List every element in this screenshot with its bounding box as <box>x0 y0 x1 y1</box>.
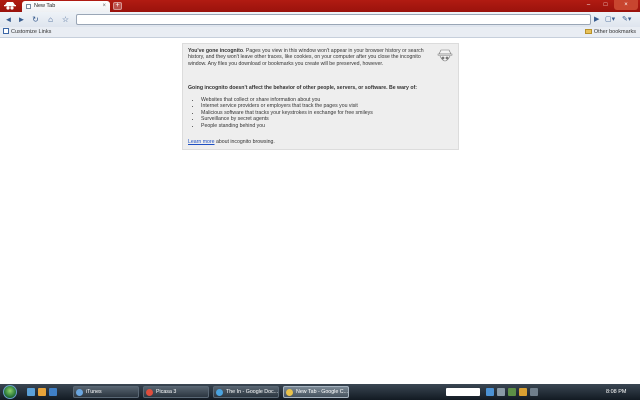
back-button[interactable]: ◄ <box>3 14 14 25</box>
maximize-button[interactable]: □ <box>597 0 614 10</box>
incognito-info-panel: You've gone incognito. Pages you view in… <box>182 43 459 150</box>
wrench-menu-button[interactable]: ✎▾ <box>622 14 636 25</box>
taskbar-clock[interactable]: 8:08 PM <box>606 384 626 400</box>
close-window-button[interactable]: × <box>614 0 638 10</box>
learn-more-link[interactable]: Learn more <box>188 139 215 145</box>
start-button[interactable] <box>3 385 17 399</box>
incognito-heading: You've gone incognito <box>188 48 244 54</box>
incognito-warning-item: People standing behind you <box>201 123 373 129</box>
incognito-warning: Going incognito doesn't affect the behav… <box>188 85 417 91</box>
tray-search-box[interactable] <box>446 388 480 396</box>
ie-quicklaunch-icon[interactable] <box>49 388 57 396</box>
show-desktop-icon[interactable] <box>27 388 35 396</box>
task-label: New Tab - Google C... <box>296 389 349 395</box>
other-bookmarks-label: Other bookmarks <box>593 29 636 35</box>
minimize-button[interactable]: – <box>580 0 597 10</box>
app-icon <box>286 389 293 396</box>
task-label: Picasa 3 <box>156 389 177 395</box>
other-bookmarks-button[interactable]: Other bookmarks <box>584 27 636 38</box>
taskbar-task-button[interactable]: The In - Google Doc... <box>213 386 279 398</box>
incognito-avatar-icon <box>4 2 16 10</box>
customize-links-label: Customize Links <box>11 29 52 35</box>
taskbar-task-button[interactable]: Picasa 3 <box>143 386 209 398</box>
incognito-warning-list: Websites that collect or share informati… <box>197 97 373 129</box>
tray-network-icon[interactable] <box>486 388 494 396</box>
tray-power-icon[interactable] <box>530 388 538 396</box>
home-button[interactable]: ⌂ <box>45 14 56 25</box>
tray-notification-icon[interactable] <box>519 388 527 396</box>
forward-button[interactable]: ► <box>16 14 27 25</box>
incognito-footer: Learn more about incognito browsing. <box>188 139 275 145</box>
task-label: The In - Google Doc... <box>226 389 279 395</box>
firefox-quicklaunch-icon[interactable] <box>38 388 46 396</box>
omnibox[interactable] <box>76 14 591 32</box>
system-tray <box>486 388 538 396</box>
taskbar: iTunes Picasa 3 The In - Google Doc... New … <box>0 384 640 400</box>
incognito-intro: You've gone incognito. Pages you view in… <box>188 48 431 67</box>
folder-icon <box>584 29 592 34</box>
taskbar-task-button[interactable]: iTunes <box>73 386 139 398</box>
customize-links-bookmark[interactable]: Customize Links <box>3 27 51 38</box>
incognito-warning-item: Internet service providers or employers … <box>201 103 373 109</box>
tab-close-icon[interactable]: × <box>102 1 106 12</box>
title-bar: New Tab × + – □ × <box>0 0 640 12</box>
bookmark-page-icon <box>3 28 9 34</box>
browser-toolbar: ◄ ► ↻ ⌂ ☆ ▶ ▢▾ ✎▾ <box>0 12 640 32</box>
task-label: iTunes <box>86 389 102 395</box>
incognito-spy-icon <box>437 49 453 62</box>
reload-button[interactable]: ↻ <box>30 14 41 25</box>
tray-app-icon[interactable] <box>508 388 516 396</box>
tray-volume-icon[interactable] <box>497 388 505 396</box>
tab-title: New Tab <box>34 3 56 9</box>
tab-new-tab[interactable]: New Tab × <box>22 1 110 12</box>
page-icon <box>26 4 31 9</box>
app-icon <box>216 389 223 396</box>
incognito-footer-text: about incognito browsing. <box>214 139 275 145</box>
bookmark-star-button[interactable]: ☆ <box>60 14 71 25</box>
window-controls: – □ × <box>580 0 638 10</box>
page-menu-button[interactable]: ▢▾ <box>605 14 619 25</box>
taskbar-task-button[interactable]: New Tab - Google C... <box>283 386 349 398</box>
app-icon <box>76 389 83 396</box>
new-tab-button[interactable]: + <box>113 2 122 10</box>
bookmarks-bar: Customize Links Other bookmarks <box>0 27 640 38</box>
app-icon <box>146 389 153 396</box>
go-button[interactable]: ▶ <box>594 14 602 25</box>
